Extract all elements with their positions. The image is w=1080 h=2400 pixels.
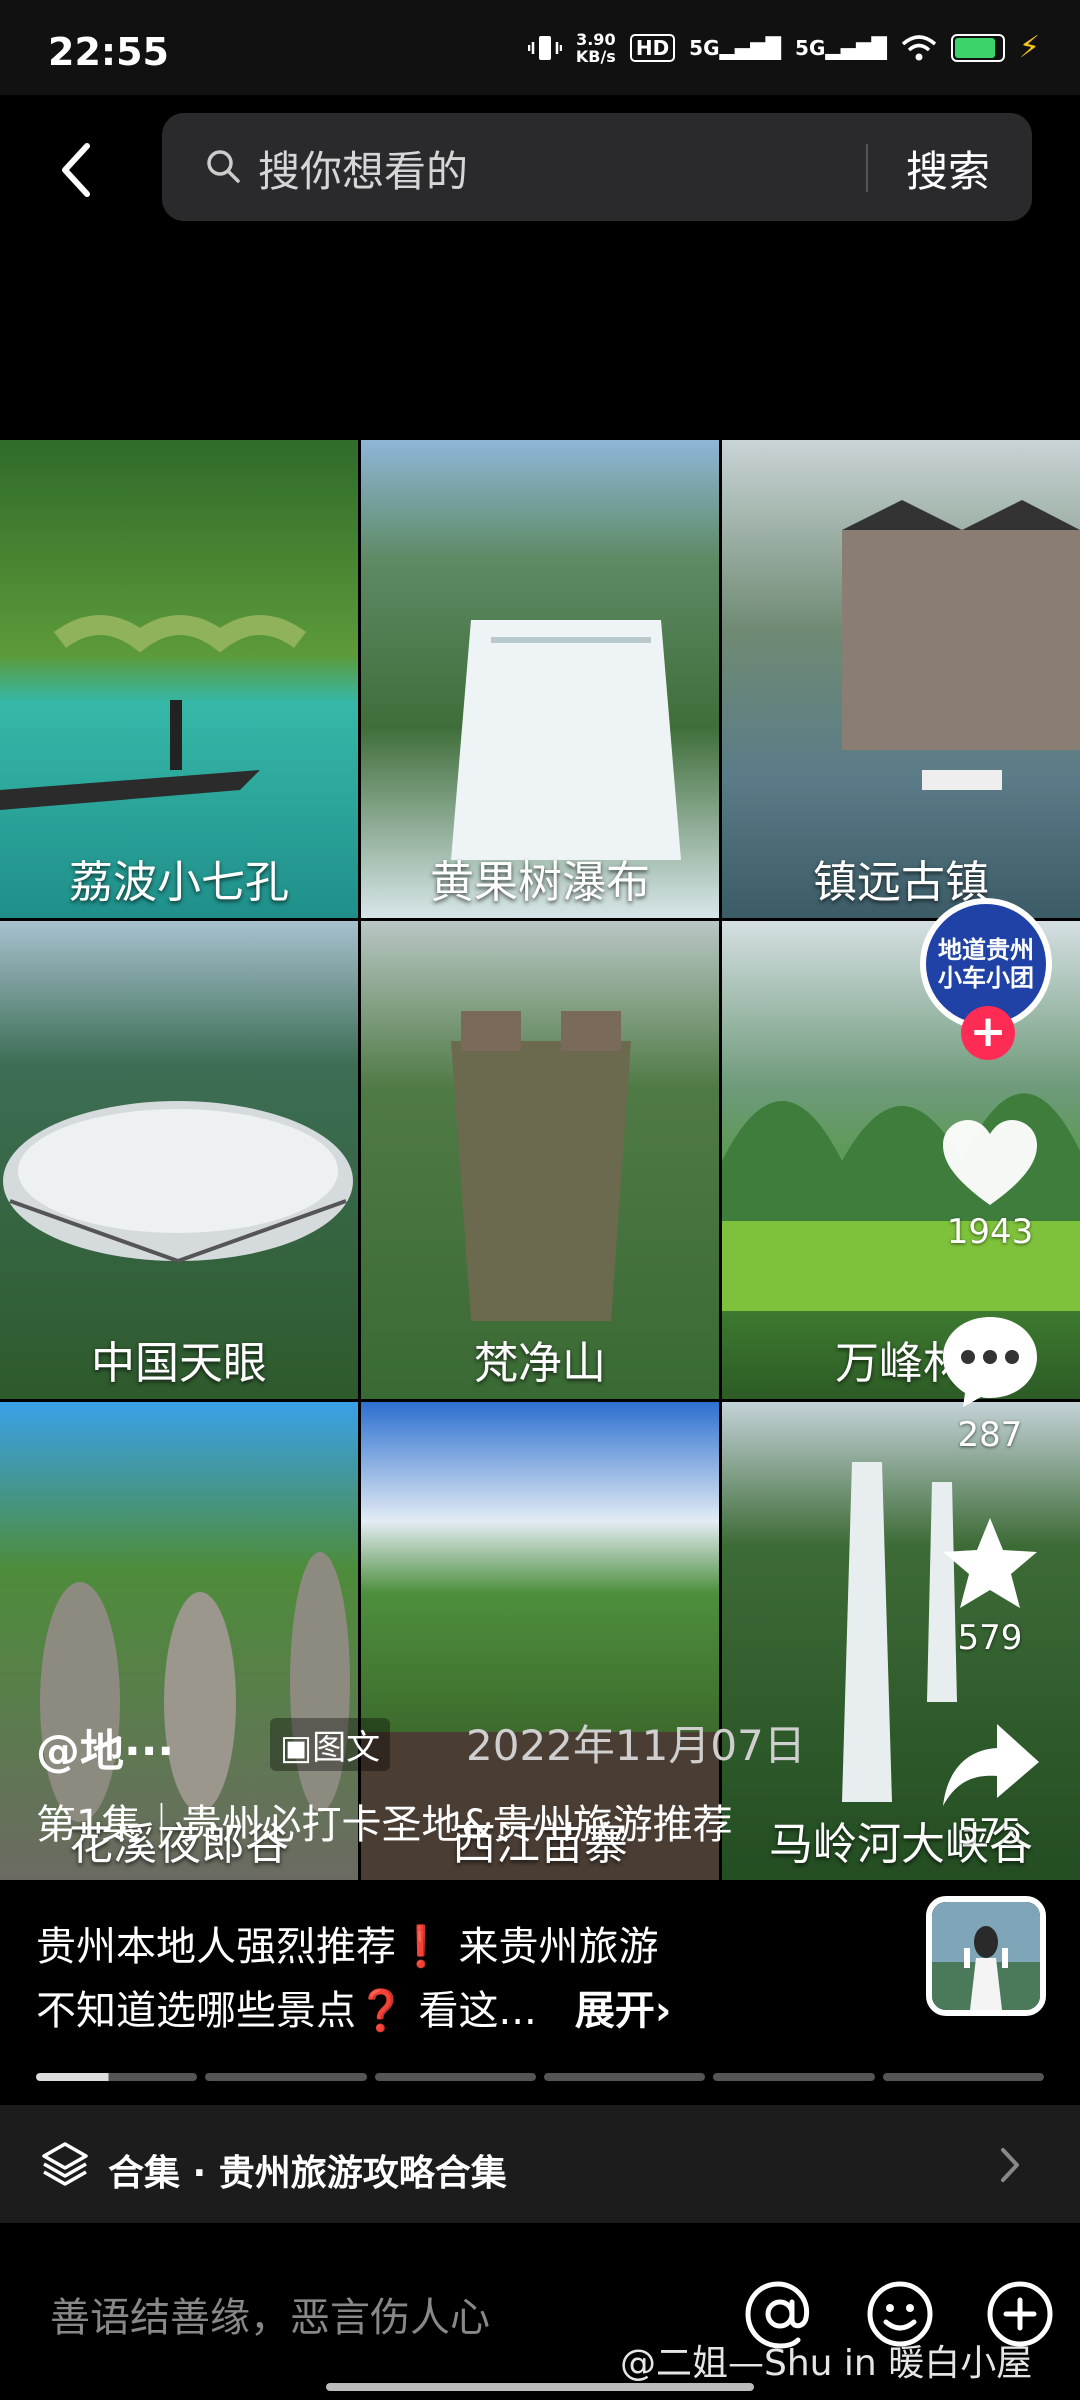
progress-segment [205, 2073, 367, 2081]
chevron-right-icon [1001, 2148, 1019, 2182]
music-cover-image [932, 1902, 1040, 2010]
layers-icon [42, 2142, 88, 2186]
image-progress-bar [36, 2073, 1044, 2081]
share-icon[interactable] [935, 1710, 1045, 1820]
progress-segment [713, 2073, 875, 2081]
grid-item[interactable]: 中国天眼 [0, 921, 358, 1399]
post-type-badge: ▣图文 [270, 1718, 391, 1771]
grid-item-label: 荔波小七孔 [69, 857, 289, 908]
vibrate-icon [527, 35, 562, 60]
back-chevron-icon[interactable] [55, 140, 95, 200]
network-speed: 3.90 KB/s [575, 29, 616, 66]
heart-icon[interactable] [935, 1110, 1045, 1220]
grid-item-label: 镇远古镇 [813, 857, 989, 908]
progress-segment [882, 2073, 1044, 2081]
comment-icon[interactable] [935, 1305, 1045, 1415]
hd-badge: HD [629, 33, 676, 62]
post-title: 第1集｜贵州必打卡圣地&贵州旅游推荐 [36, 1802, 733, 1848]
search-icon [207, 150, 240, 183]
grid-item-label: 梵净山 [474, 1338, 606, 1389]
image-grid[interactable]: 荔波小七孔 黄果树瀑布 镇远古镇 中国天眼 梵净山 万峰林 花溪夜郎谷 西江苗寨… [0, 440, 1080, 1880]
grid-item[interactable]: 梵净山 [361, 921, 719, 1399]
post-date: 2022年11月07日 [466, 1721, 806, 1770]
comment-input[interactable]: 善语结善缘，恶言伤人心 [50, 2285, 490, 2343]
grid-item[interactable]: 荔波小七孔 [0, 440, 358, 918]
search-divider [866, 144, 868, 192]
grid-item-label: 中国天眼 [91, 1338, 267, 1389]
follow-button[interactable]: + [961, 1006, 1015, 1060]
progress-segment [374, 2073, 536, 2081]
author-name[interactable]: @地··· [36, 1715, 174, 1779]
image-post-icon: ▣ [280, 1728, 313, 1768]
grid-item-label: 黄果树瀑布 [430, 857, 650, 908]
share-count: 575 [957, 1812, 1023, 1852]
signal-5g-2: 5G▂▄▆█ [795, 35, 887, 60]
star-icon[interactable] [935, 1510, 1045, 1620]
favorite-count: 579 [957, 1618, 1023, 1658]
like-count: 1943 [946, 1212, 1034, 1252]
progress-segment-active [36, 2073, 198, 2081]
expand-button[interactable]: 展开› [575, 1988, 671, 2034]
collection-label: 合集 · 贵州旅游攻略合集 [108, 2153, 507, 2194]
status-icons: 3.90 KB/s HD 5G▂▄▆█ 5G▂▄▆█ ⚡ [527, 29, 1040, 66]
music-disc[interactable] [926, 1896, 1046, 2016]
search-input[interactable]: 搜你想看的 [258, 138, 468, 199]
grid-item[interactable]: 黄果树瀑布 [361, 440, 719, 918]
wifi-icon [901, 34, 937, 60]
post-description: 贵州本地人强烈推荐❗ 来贵州旅游 不知道选哪些景点❓ 看这... 展开› [36, 1924, 672, 2034]
charging-icon: ⚡ [1018, 30, 1040, 65]
watermark-text: @二姐—Shu in 暖白小屋 [620, 2343, 1033, 2384]
grid-item[interactable]: 镇远古镇 [722, 440, 1080, 918]
status-time: 22:55 [48, 30, 169, 74]
search-button[interactable]: 搜索 [906, 138, 990, 199]
progress-segment [543, 2073, 706, 2081]
battery-icon [950, 33, 1005, 62]
home-indicator[interactable] [326, 2383, 754, 2391]
signal-5g-1: 5G▂▄▆█ [689, 35, 782, 60]
comment-count: 287 [957, 1415, 1023, 1455]
